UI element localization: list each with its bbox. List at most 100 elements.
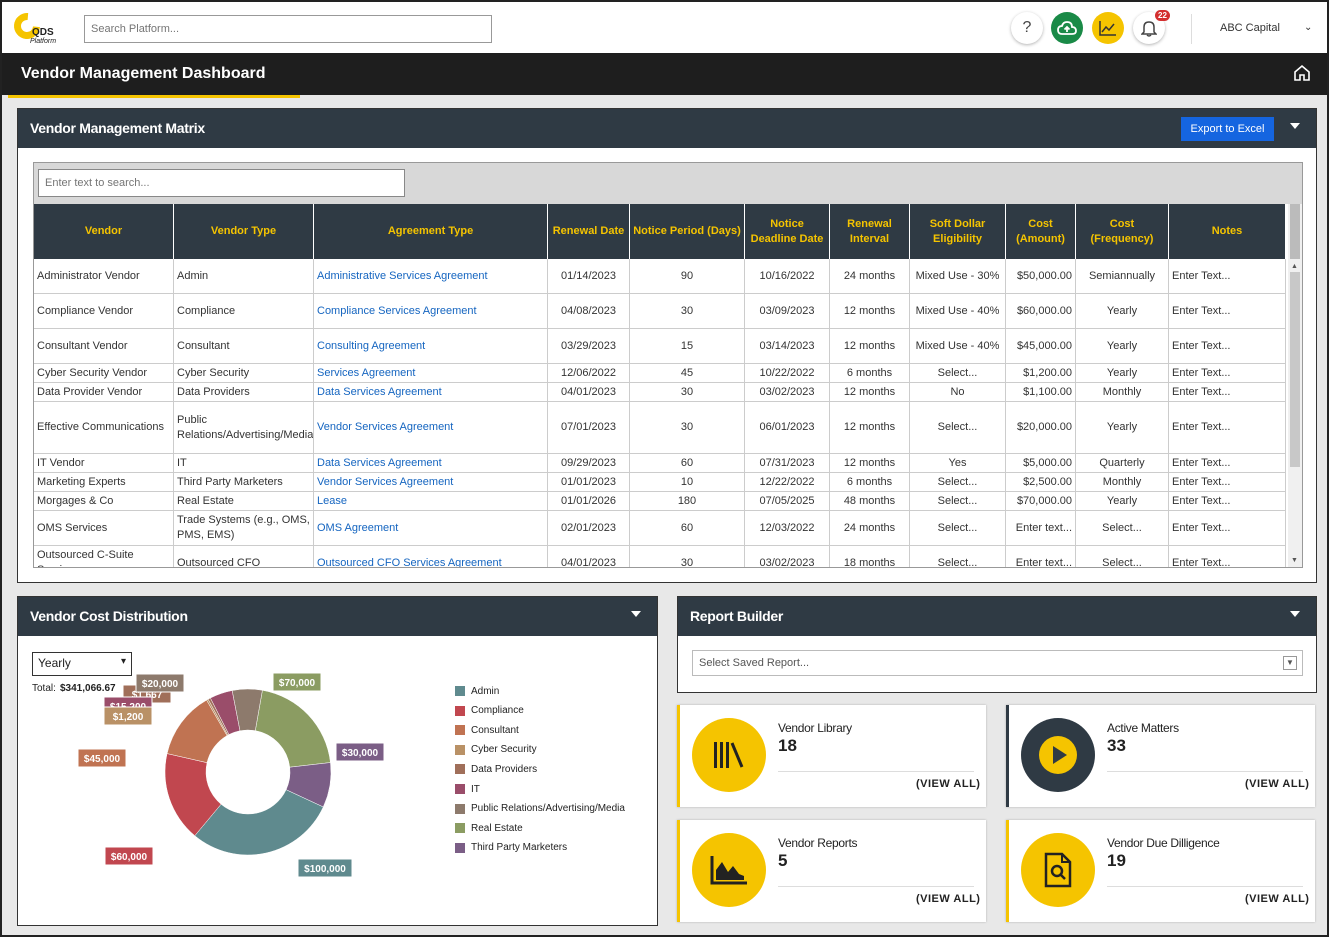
table-cell[interactable]: Enter Text... [1169,511,1286,545]
company-selector[interactable]: ABC Capital [1220,22,1280,34]
table-cell[interactable]: Monthly [1076,383,1169,401]
column-header[interactable]: Cost (Frequency) [1076,204,1169,259]
table-row[interactable]: Cyber Security Vendor Cyber Security Servi… [34,364,1286,383]
platform-search-input[interactable] [84,15,492,43]
table-cell[interactable]: Enter Text... [1169,454,1286,472]
table-cell[interactable]: Yearly [1076,329,1169,363]
column-header[interactable]: Renewal Interval [830,204,910,259]
vendor-library-card[interactable]: Vendor Library 18 (VIEW ALL) [677,705,986,807]
table-cell[interactable]: $5,000.00 [1006,454,1076,472]
table-cell[interactable]: Yearly [1076,402,1169,453]
column-header[interactable]: Vendor [34,204,174,259]
agreement-link[interactable]: Data Services Agreement [314,383,548,401]
collapse-chevron-icon[interactable] [1290,611,1300,617]
column-header[interactable]: Soft Dollar Eligibility [910,204,1006,259]
table-cell[interactable]: Yes [910,454,1006,472]
table-cell[interactable]: Enter Text... [1169,546,1286,567]
vendor-due-diligence-card[interactable]: Vendor Due Dilligence 19 (VIEW ALL) [1006,820,1315,922]
view-all-link[interactable]: (VIEW ALL) [916,893,980,905]
table-cell[interactable]: Semiannually [1076,259,1169,293]
table-cell[interactable]: No [910,383,1006,401]
table-cell[interactable]: Enter Text... [1169,383,1286,401]
table-row[interactable]: IT Vendor IT Data Services Agreement 09/29/… [34,454,1286,473]
column-header[interactable]: Notice Period (Days) [630,204,745,259]
table-cell[interactable]: Yearly [1076,294,1169,328]
agreement-link[interactable]: Administrative Services Agreement [314,259,548,293]
table-cell[interactable]: $20,000.00 [1006,402,1076,453]
legend-item[interactable]: Real Estate [455,821,523,835]
agreement-link[interactable]: Compliance Services Agreement [314,294,548,328]
table-cell[interactable]: Enter text... [1006,511,1076,545]
table-cell[interactable]: Mixed Use - 40% [910,294,1006,328]
table-cell[interactable]: Enter Text... [1169,492,1286,510]
table-cell[interactable]: $45,000.00 [1006,329,1076,363]
table-cell[interactable]: Enter text... [1006,546,1076,567]
active-matters-card[interactable]: Active Matters 33 (VIEW ALL) [1006,705,1315,807]
agreement-link[interactable]: Vendor Services Agreement [314,402,548,453]
export-to-excel-button[interactable]: Export to Excel [1181,117,1274,141]
view-all-link[interactable]: (VIEW ALL) [916,778,980,790]
upload-button[interactable] [1051,12,1083,44]
table-cell[interactable]: Enter Text... [1169,259,1286,293]
table-cell[interactable]: Select... [910,511,1006,545]
table-cell[interactable]: Select... [1076,546,1169,567]
table-row[interactable]: Administrator Vendor Admin Administrative … [34,259,1286,294]
agreement-link[interactable]: OMS Agreement [314,511,548,545]
legend-item[interactable]: Consultant [455,723,519,737]
table-cell[interactable]: Yearly [1076,492,1169,510]
help-button[interactable]: ? [1011,12,1043,44]
saved-report-select[interactable]: Select Saved Report... ▼ [692,650,1303,676]
table-cell[interactable]: Enter Text... [1169,329,1286,363]
table-row[interactable]: Marketing Experts Third Party Marketers Ve… [34,473,1286,492]
scrollbar-thumb[interactable] [1290,272,1300,467]
collapse-chevron-icon[interactable] [1290,123,1300,129]
table-row[interactable]: Morgages & Co Real Estate Lease 01/01/2026 1… [34,492,1286,511]
table-cell[interactable]: Select... [910,473,1006,491]
agreement-link[interactable]: Services Agreement [314,364,548,382]
table-row[interactable]: Compliance Vendor Compliance Compliance Se… [34,294,1286,329]
legend-item[interactable]: Third Party Marketers [455,841,567,855]
column-header[interactable]: Notice Deadline Date [745,204,830,259]
view-all-link[interactable]: (VIEW ALL) [1245,778,1309,790]
table-row[interactable]: Outsourced C-Suite ServicesOutsourced CF… [34,546,1286,567]
table-cell[interactable]: Mixed Use - 40% [910,329,1006,363]
legend-item[interactable]: Compliance [455,704,524,718]
table-cell[interactable]: Yearly [1076,364,1169,382]
agreement-link[interactable]: Consulting Agreement [314,329,548,363]
table-cell[interactable]: Select... [910,492,1006,510]
collapse-chevron-icon[interactable] [631,611,641,617]
column-header[interactable]: Cost (Amount) [1006,204,1076,259]
table-cell[interactable]: Enter Text... [1169,473,1286,491]
view-all-link[interactable]: (VIEW ALL) [1245,893,1309,905]
pie-slice[interactable] [255,689,331,768]
legend-item[interactable]: Admin [455,684,499,698]
legend-item[interactable]: IT [455,782,480,796]
table-cell[interactable]: Enter Text... [1169,294,1286,328]
agreement-link[interactable]: Outsourced CFO Services Agreement [314,546,548,567]
table-cell[interactable]: $2,500.00 [1006,473,1076,491]
chevron-down-icon[interactable]: ⌄ [1304,22,1312,33]
table-cell[interactable]: $1,100.00 [1006,383,1076,401]
column-header[interactable]: Agreement Type [314,204,548,259]
home-icon[interactable] [1293,64,1311,82]
qds-logo[interactable]: QDS Platform [8,7,64,49]
agreement-link[interactable]: Vendor Services Agreement [314,473,548,491]
legend-item[interactable]: Cyber Security [455,743,537,757]
vendor-reports-card[interactable]: Vendor Reports 5 (VIEW ALL) [677,820,986,922]
agreement-link[interactable]: Data Services Agreement [314,454,548,472]
table-cell[interactable]: $70,000.00 [1006,492,1076,510]
analytics-button[interactable] [1092,12,1124,44]
table-row[interactable]: Effective Communications Public Relations… [34,402,1286,454]
table-cell[interactable]: Enter Text... [1169,402,1286,453]
table-cell[interactable]: Mixed Use - 30% [910,259,1006,293]
agreement-link[interactable]: Lease [314,492,548,510]
table-cell[interactable]: $1,200.00 [1006,364,1076,382]
column-header[interactable]: Renewal Date [548,204,630,259]
table-cell[interactable]: Enter Text... [1169,364,1286,382]
scroll-down-icon[interactable]: ▼ [1291,557,1298,564]
legend-item[interactable]: Public Relations/Advertising/Media [455,802,625,816]
table-search-input[interactable] [38,169,405,197]
column-header[interactable]: Notes [1169,204,1286,259]
table-cell[interactable]: Select... [910,402,1006,453]
table-cell[interactable]: Quarterly [1076,454,1169,472]
